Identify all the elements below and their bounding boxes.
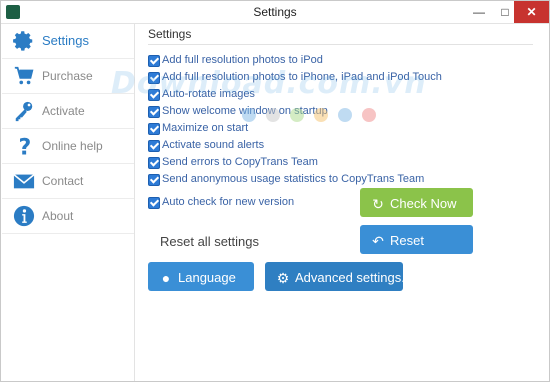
checkbox[interactable]: [148, 123, 160, 135]
watermark-dot: [362, 108, 376, 122]
title-bar[interactable]: Settings — □ ✕: [1, 1, 549, 24]
watermark-dot: [290, 108, 304, 122]
reset-label: Reset: [390, 233, 424, 248]
watermark-dot: [266, 108, 280, 122]
sidebar-item-label: About: [42, 209, 74, 223]
sidebar-item-label: Online help: [42, 139, 103, 153]
section-divider: [148, 44, 533, 45]
checkbox-label[interactable]: Add full resolution photos to iPod: [162, 54, 323, 66]
sidebar-item-label: Contact: [42, 174, 84, 188]
gear-icon: ⚙: [276, 270, 290, 286]
checkbox[interactable]: [148, 157, 160, 169]
sidebar-item-about[interactable]: About: [2, 199, 134, 234]
advanced-settings-label: Advanced settings...: [295, 270, 413, 285]
watermark-dot: [338, 108, 352, 122]
info-icon: [13, 205, 35, 227]
section-title: Settings: [148, 27, 192, 41]
reset-all-label: Reset all settings: [160, 234, 259, 249]
checkbox-label[interactable]: Auto check for new version: [162, 196, 294, 208]
app-window: Settings — □ ✕ Settings Purchase Activat…: [0, 0, 550, 382]
envelope-icon: [13, 173, 35, 189]
language-label: Language: [178, 270, 236, 285]
language-button[interactable]: ● Language: [148, 262, 254, 291]
checkbox[interactable]: [148, 197, 160, 209]
key-icon: [15, 101, 33, 122]
checkbox-label[interactable]: Send errors to CopyTrans Team: [162, 156, 318, 168]
reset-button[interactable]: ↶ Reset: [360, 225, 473, 254]
checkbox[interactable]: [148, 174, 160, 186]
watermark-dot: [242, 108, 256, 122]
watermark-dot: [314, 108, 328, 122]
sidebar-item-label: Activate: [42, 104, 85, 118]
advanced-settings-button[interactable]: ⚙ Advanced settings...: [265, 262, 412, 291]
close-button[interactable]: ✕: [514, 1, 549, 23]
question-icon: ?: [19, 135, 32, 157]
gear-icon: [13, 31, 33, 51]
refresh-icon: ↻: [372, 196, 384, 212]
globe-icon: ●: [161, 270, 171, 286]
minimize-button[interactable]: —: [465, 1, 493, 23]
check-now-label: Check Now: [390, 196, 457, 211]
checkbox[interactable]: [148, 140, 160, 152]
sidebar-item-contact[interactable]: Contact: [2, 164, 134, 199]
check-now-button[interactable]: ↻ Check Now: [360, 188, 473, 217]
sidebar-item-online-help[interactable]: ? Online help: [2, 129, 134, 164]
undo-icon: ↶: [372, 233, 384, 249]
checkbox-label[interactable]: Send anonymous usage statistics to CopyT…: [162, 173, 424, 185]
checkbox-label[interactable]: Activate sound alerts: [162, 139, 264, 151]
checkbox-label[interactable]: Maximize on start: [162, 122, 248, 134]
svg-text:?: ?: [19, 135, 32, 157]
sidebar-item-settings[interactable]: Settings: [2, 24, 134, 59]
cart-icon: [14, 66, 34, 85]
watermark: Download.com.vn: [111, 66, 427, 101]
sidebar-item-label: Settings: [42, 33, 89, 48]
sidebar-item-label: Purchase: [42, 69, 93, 83]
checkbox[interactable]: [148, 106, 160, 118]
